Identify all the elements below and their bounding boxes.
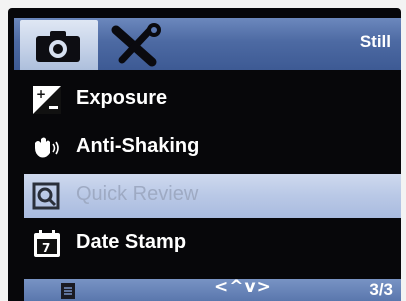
svg-text:+: + xyxy=(36,87,46,101)
mode-label: Still xyxy=(359,32,391,51)
tools-icon xyxy=(111,23,161,67)
menu-item-quick-review[interactable]: Quick Review xyxy=(24,174,401,218)
camera-bezel: Still + Exposure Anti-Shaking Quick Revi… xyxy=(0,0,406,301)
menu-item-exposure[interactable]: + Exposure xyxy=(24,78,401,122)
menu-item-label: Quick Review xyxy=(76,183,199,205)
nav-arrows[interactable]: <^v> xyxy=(214,277,272,297)
camera-icon xyxy=(36,31,80,62)
mode-bar: Still xyxy=(14,18,401,70)
footer-bar: <^v> 3/3 xyxy=(24,277,401,301)
menu-item-anti-shaking[interactable]: Anti-Shaking xyxy=(24,126,401,170)
tab-tools[interactable] xyxy=(102,22,168,68)
hand-shake-icon xyxy=(35,137,59,158)
magnifier-review-icon xyxy=(32,182,60,210)
camera-screen: Still + Exposure Anti-Shaking Quick Revi… xyxy=(8,8,401,301)
page-icon xyxy=(61,283,75,299)
menu-item-date-stamp[interactable]: 7 Date Stamp xyxy=(24,222,401,266)
calendar-icon: 7 xyxy=(34,230,60,257)
exposure-icon: + xyxy=(33,86,61,114)
menu-item-label: Anti-Shaking xyxy=(76,135,200,157)
menu-item-label: Date Stamp xyxy=(76,231,187,253)
tab-camera[interactable] xyxy=(20,20,98,70)
menu-item-label: Exposure xyxy=(76,87,168,109)
page-count: 3/3 xyxy=(369,280,393,299)
svg-text:7: 7 xyxy=(42,241,50,255)
